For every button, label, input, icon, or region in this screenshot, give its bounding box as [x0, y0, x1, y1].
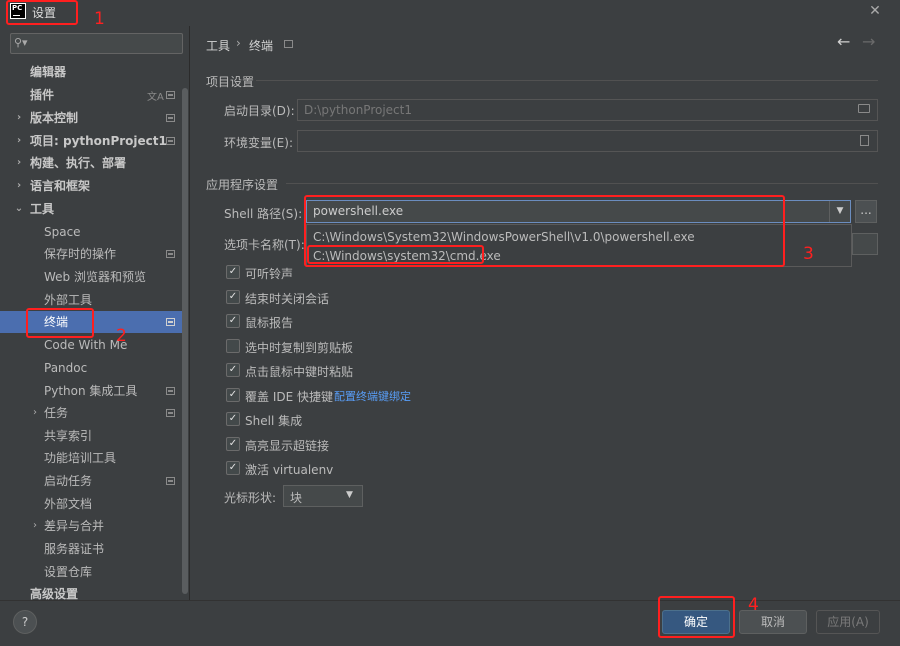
- sidebar-item-shared-indexes[interactable]: 共享索引: [0, 425, 182, 447]
- app-settings-title: 应用程序设置: [206, 178, 279, 192]
- folder-icon[interactable]: [858, 104, 870, 113]
- project-scope-icon: [166, 250, 175, 258]
- chevron-right-icon[interactable]: ›: [30, 515, 40, 537]
- sidebar-item-settings-repository[interactable]: 设置仓库: [0, 561, 182, 583]
- project-scope-icon: [166, 91, 175, 99]
- sidebar-item-editor[interactable]: 编辑器: [0, 61, 182, 83]
- sidebar-item-actions-on-save[interactable]: 保存时的操作: [0, 243, 182, 265]
- sidebar-item-feature-trainer[interactable]: 功能培训工具: [0, 447, 182, 469]
- sidebar-item-advanced-settings[interactable]: 高级设置: [0, 583, 182, 600]
- shell-integration-checkbox[interactable]: ✓: [226, 412, 240, 426]
- close-session-checkbox[interactable]: ✓: [226, 290, 240, 304]
- chevron-down-icon[interactable]: ⌄: [14, 198, 24, 220]
- document-edit-icon[interactable]: [860, 135, 869, 146]
- project-scope-icon: [166, 477, 175, 485]
- sidebar-scrollbar[interactable]: [182, 88, 188, 594]
- sidebar-item-project[interactable]: › 项目: pythonProject1: [0, 130, 182, 152]
- project-scope-icon: [166, 387, 175, 395]
- help-button[interactable]: ?: [13, 610, 37, 634]
- paste-middle-click-checkbox[interactable]: ✓: [226, 363, 240, 377]
- forward-arrow-icon[interactable]: →: [862, 32, 875, 51]
- chevron-right-icon[interactable]: ›: [14, 152, 24, 174]
- sidebar-item-space[interactable]: Space: [0, 221, 182, 243]
- chevron-right-icon[interactable]: ›: [14, 175, 24, 197]
- chevron-right-icon[interactable]: ›: [14, 107, 24, 129]
- project-scope-icon: [284, 40, 293, 48]
- sidebar-item-build[interactable]: › 构建、执行、部署: [0, 152, 182, 174]
- section-divider: [286, 183, 878, 184]
- apply-button[interactable]: 应用(A): [816, 610, 880, 634]
- activate-virtualenv-checkbox[interactable]: ✓: [226, 461, 240, 475]
- project-settings-title: 项目设置: [206, 75, 255, 89]
- tab-name-field[interactable]: [852, 233, 878, 255]
- chevron-right-icon[interactable]: ›: [14, 130, 24, 152]
- sidebar-item-vcs[interactable]: › 版本控制: [0, 107, 182, 129]
- project-scope-icon: [166, 318, 175, 326]
- override-ide-shortcuts-checkbox[interactable]: ✓: [226, 388, 240, 402]
- breadcrumb-current: 终端: [249, 39, 274, 53]
- back-arrow-icon[interactable]: ←: [837, 32, 850, 51]
- tab-name-label: 选项卡名称(T):: [224, 238, 305, 252]
- search-input[interactable]: [10, 33, 183, 54]
- annotation-box: [26, 308, 94, 338]
- close-icon[interactable]: ✕: [866, 2, 884, 20]
- annotation-box: [658, 596, 735, 638]
- shell-browse-button[interactable]: ...: [855, 200, 877, 223]
- dropdown-arrow-icon[interactable]: ▼: [829, 201, 850, 222]
- project-scope-icon: [166, 409, 175, 417]
- annotation-box: [6, 0, 78, 25]
- breadcrumb-separator: ›: [236, 36, 241, 50]
- start-dir-field[interactable]: D:\pythonProject1: [297, 99, 878, 121]
- sidebar-item-server-certificates[interactable]: 服务器证书: [0, 538, 182, 560]
- copy-on-select-checkbox[interactable]: [226, 339, 240, 353]
- sidebar-item-python-integrated-tools[interactable]: Python 集成工具: [0, 380, 182, 402]
- annotation-number: 4: [748, 595, 759, 615]
- sidebar-item-tasks[interactable]: › 任务: [0, 402, 182, 424]
- chevron-down-icon: ▼: [346, 490, 353, 500]
- shell-path-label: Shell 路径(S):: [224, 207, 303, 221]
- sidebar-item-web-browsers[interactable]: Web 浏览器和预览: [0, 266, 182, 288]
- configure-keybindings-link[interactable]: 配置终端键绑定: [334, 388, 411, 404]
- cursor-shape-label: 光标形状:: [224, 491, 277, 505]
- annotation-number: 2: [116, 326, 127, 346]
- audible-bell-checkbox[interactable]: ✓: [226, 265, 240, 279]
- breadcrumb-parent[interactable]: 工具: [206, 37, 230, 54]
- cursor-shape-select[interactable]: 块 ▼: [283, 485, 363, 507]
- mouse-reporting-checkbox[interactable]: ✓: [226, 314, 240, 328]
- env-vars-label: 环境变量(E):: [224, 136, 293, 150]
- section-divider: [256, 80, 878, 81]
- project-scope-icon: [166, 137, 175, 145]
- title-bar: [0, 0, 900, 24]
- annotation-box: [307, 245, 484, 264]
- search-icon: ⚲▾: [14, 36, 28, 49]
- translate-icon: 文A: [147, 92, 164, 103]
- sidebar-item-startup-tasks[interactable]: 启动任务: [0, 470, 182, 492]
- sidebar-item-tools[interactable]: ⌄ 工具: [0, 198, 182, 220]
- highlight-hyperlinks-checkbox[interactable]: ✓: [226, 437, 240, 451]
- sidebar-item-pandoc[interactable]: Pandoc: [0, 357, 182, 379]
- sidebar-item-diff-merge[interactable]: › 差异与合并: [0, 515, 182, 537]
- chevron-right-icon[interactable]: ›: [30, 402, 40, 424]
- sidebar-item-languages[interactable]: › 语言和框架: [0, 175, 182, 197]
- start-dir-label: 启动目录(D):: [224, 104, 295, 118]
- annotation-number: 1: [94, 9, 105, 29]
- env-vars-field[interactable]: [297, 130, 878, 152]
- sidebar-item-external-docs[interactable]: 外部文档: [0, 493, 182, 515]
- annotation-number: 3: [803, 244, 814, 264]
- project-scope-icon: [166, 114, 175, 122]
